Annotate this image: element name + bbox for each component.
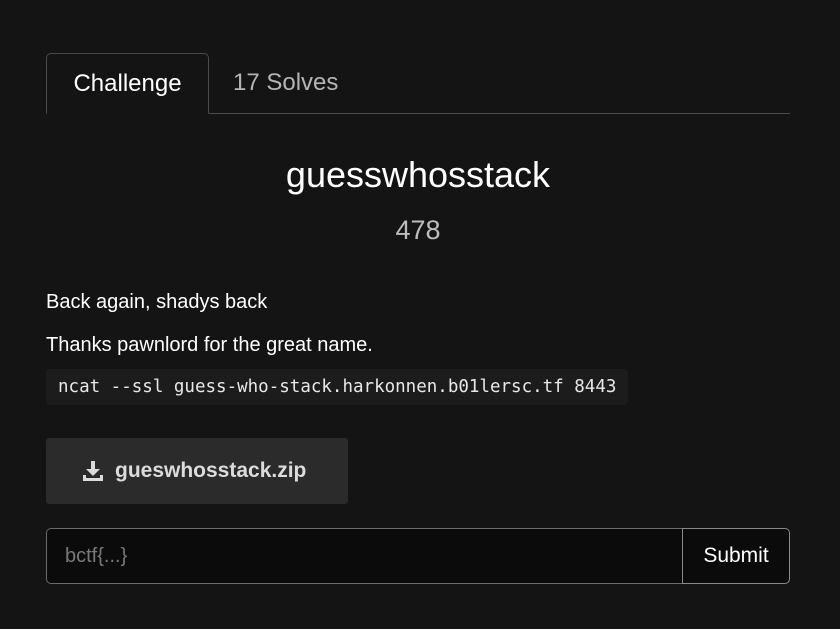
challenge-modal: Challenge 17 Solves guesswhosstack 478 B… [46,53,790,584]
download-file-button[interactable]: gueswhosstack.zip [46,438,348,504]
challenge-points: 478 [395,215,441,245]
description-line-2: Thanks pawnlord for the great name. [46,334,373,356]
tab-challenge[interactable]: Challenge [46,53,209,114]
submit-button[interactable]: Submit [682,528,790,584]
flag-input[interactable] [46,528,683,584]
tab-bar: Challenge 17 Solves [46,53,790,114]
connection-command: ncat --ssl guess-who-stack.harkonnen.b01… [46,369,629,405]
tab-solves[interactable]: 17 Solves [209,53,362,113]
challenge-title: guesswhosstack [285,154,551,195]
download-icon [83,461,103,481]
description-line-1: Back again, shadys back [46,291,268,313]
file-name: gueswhosstack.zip [115,459,307,482]
